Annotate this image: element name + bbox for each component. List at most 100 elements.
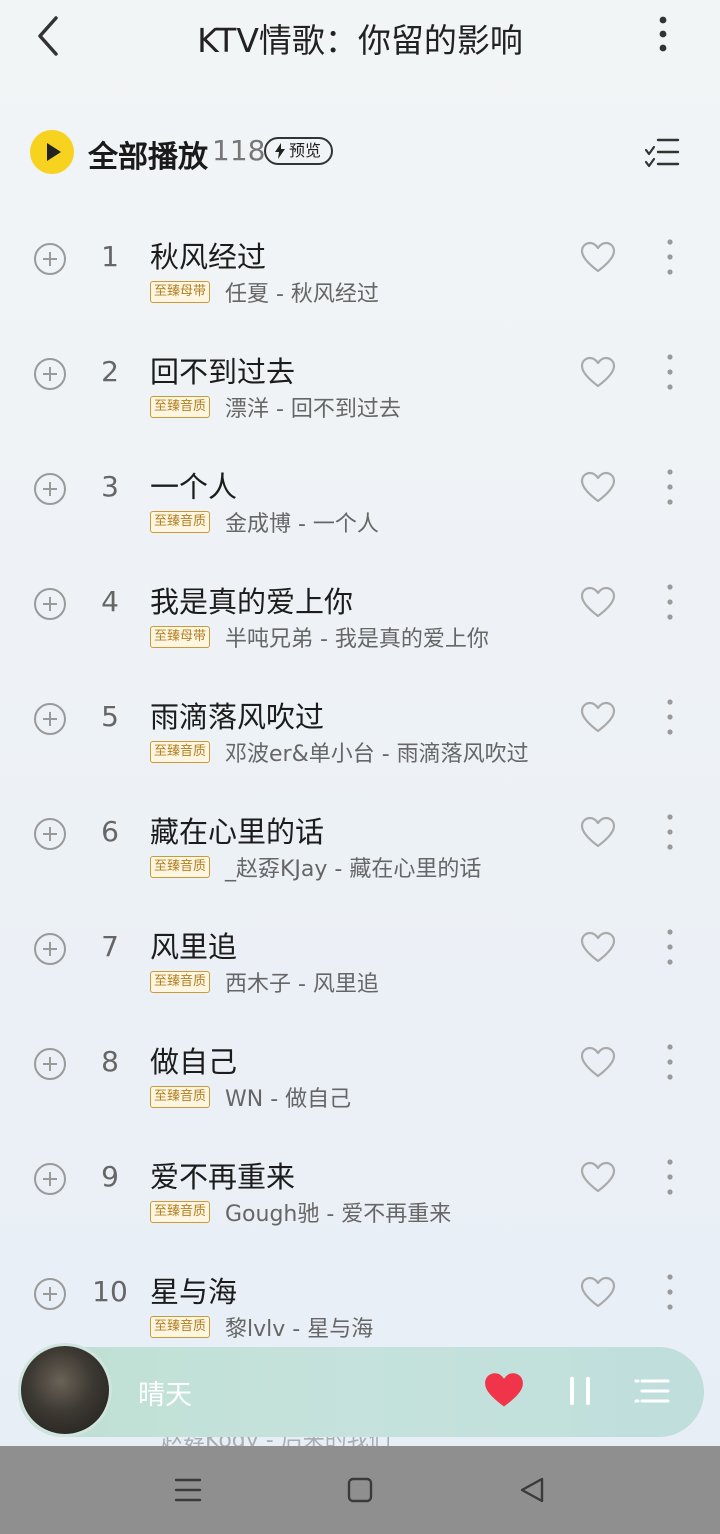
song-more-button[interactable]: [658, 351, 682, 395]
like-button[interactable]: [580, 470, 616, 506]
album-cover[interactable]: [18, 1343, 112, 1437]
song-more-button[interactable]: [658, 1041, 682, 1085]
song-artist: 邓波er&单小台 - 雨滴落风吹过: [225, 742, 529, 767]
like-button[interactable]: [580, 240, 616, 276]
song-index: 4: [101, 585, 119, 618]
nav-home-icon: [347, 1477, 373, 1503]
song-more-button[interactable]: [658, 1271, 682, 1315]
add-to-playlist-button[interactable]: [33, 1162, 67, 1196]
batch-manage-button[interactable]: [644, 132, 680, 172]
quality-badge: 至臻音质: [150, 1316, 211, 1338]
song-index: 3: [101, 470, 119, 503]
preview-label: 预览: [289, 141, 322, 160]
add-to-playlist-button[interactable]: [33, 702, 67, 736]
song-more-button[interactable]: [658, 926, 682, 970]
back-icon: [38, 16, 58, 56]
song-more-button[interactable]: [658, 696, 682, 740]
like-button[interactable]: [580, 585, 616, 621]
song-title: 星与海: [150, 1275, 238, 1309]
song-more-button[interactable]: [658, 466, 682, 510]
song-count: 118: [212, 134, 266, 167]
add-to-playlist-button[interactable]: [33, 242, 67, 276]
song-index: 2: [101, 355, 119, 388]
song-artist: 黎lvlv - 星与海: [225, 1317, 374, 1342]
heart-outline-icon: [580, 931, 616, 963]
song-index: 9: [101, 1160, 119, 1193]
play-all-label[interactable]: 全部播放: [88, 132, 208, 176]
add-to-playlist-button[interactable]: [33, 1047, 67, 1081]
like-button[interactable]: [580, 700, 616, 736]
song-title: 雨滴落风吹过: [150, 700, 325, 734]
song-index: 8: [101, 1045, 119, 1078]
heart-fill: [485, 1373, 523, 1407]
add-to-playlist-button[interactable]: [33, 472, 67, 506]
mini-player[interactable]: 晴天: [18, 1343, 704, 1437]
song-index: 1: [101, 240, 119, 273]
add-to-playlist-button[interactable]: [33, 357, 67, 391]
add-to-playlist-button[interactable]: [33, 587, 67, 621]
like-button[interactable]: [580, 815, 616, 851]
song-row[interactable]: 7 风里追 至臻音质 西木子 - 风里追: [0, 904, 720, 1019]
quality-badge: 至臻音质: [150, 856, 211, 878]
now-playing-title[interactable]: 晴天: [138, 1373, 192, 1412]
preview-button[interactable]: 预览: [264, 137, 334, 165]
more-vertical-icon: [667, 469, 673, 505]
heart-outline-icon: [580, 701, 616, 733]
add-to-playlist-button[interactable]: [33, 817, 67, 851]
nav-back-icon: [520, 1477, 544, 1503]
song-row[interactable]: 3 一个人 至臻音质 金成博 - 一个人: [0, 444, 720, 559]
list-manage-icon: [644, 138, 680, 168]
song-more-button[interactable]: [658, 581, 682, 625]
song-artist: WN - 做自己: [225, 1087, 352, 1112]
playlist-button[interactable]: [634, 1371, 674, 1411]
player-like-button[interactable]: [484, 1371, 524, 1411]
pause-button[interactable]: [564, 1371, 596, 1411]
heart-outline-icon: [580, 356, 616, 388]
playlist-icon: [634, 1379, 670, 1403]
plus-circle-icon: [34, 818, 66, 850]
back-button[interactable]: [28, 12, 68, 60]
more-vertical-icon: [667, 584, 673, 620]
song-more-button[interactable]: [658, 1156, 682, 1200]
more-options-button[interactable]: [648, 14, 678, 58]
like-button[interactable]: [580, 1045, 616, 1081]
song-row[interactable]: 2 回不到过去 至臻音质 漂洋 - 回不到过去: [0, 329, 720, 444]
top-bar: KTV情歌：你留的影响: [0, 0, 720, 80]
song-row[interactable]: 6 藏在心里的话 至臻音质 _赵孬KJay - 藏在心里的话: [0, 789, 720, 904]
song-title: 做自己: [150, 1045, 238, 1079]
more-vertical-icon: [667, 929, 673, 965]
add-to-playlist-button[interactable]: [33, 932, 67, 966]
like-button[interactable]: [580, 355, 616, 391]
song-row[interactable]: 4 我是真的爱上你 至臻母带 半吨兄弟 - 我是真的爱上你: [0, 559, 720, 674]
song-row[interactable]: 5 雨滴落风吹过 至臻音质 邓波er&单小台 - 雨滴落风吹过: [0, 674, 720, 789]
more-vertical-icon: [667, 1159, 673, 1195]
song-index: 5: [101, 700, 119, 733]
song-more-button[interactable]: [658, 811, 682, 855]
add-to-playlist-button[interactable]: [33, 1277, 67, 1311]
song-more-button[interactable]: [658, 236, 682, 280]
like-button[interactable]: [580, 1160, 616, 1196]
song-title: 藏在心里的话: [150, 815, 325, 849]
quality-badge: 至臻音质: [150, 1201, 211, 1223]
play-all-button[interactable]: [30, 130, 74, 174]
song-artist: 漂洋 - 回不到过去: [225, 397, 401, 422]
heart-outline-icon: [580, 1046, 616, 1078]
heart-outline-icon: [580, 1161, 616, 1193]
quality-badge: 至臻音质: [150, 741, 211, 763]
nav-home-button[interactable]: [342, 1472, 378, 1508]
song-row[interactable]: 8 做自己 至臻音质 WN - 做自己: [0, 1019, 720, 1134]
more-vertical-icon: [667, 354, 673, 390]
song-artist: 金成博 - 一个人: [225, 512, 379, 537]
plus-circle-icon: [34, 358, 66, 390]
like-button[interactable]: [580, 930, 616, 966]
song-row[interactable]: 9 爱不再重来 至臻音质 Gough驰 - 爱不再重来: [0, 1134, 720, 1249]
song-row[interactable]: 1 秋风经过 至臻母带 任夏 - 秋风经过: [0, 214, 720, 329]
song-artist: _赵孬KJay - 藏在心里的话: [225, 857, 482, 882]
song-index: 7: [101, 930, 119, 963]
nav-back-button[interactable]: [514, 1472, 550, 1508]
nav-menu-button[interactable]: [170, 1472, 206, 1508]
like-button[interactable]: [580, 1275, 616, 1311]
lightning-icon: [275, 143, 285, 159]
quality-badge: 至臻音质: [150, 396, 211, 418]
song-artist: 西木子 - 风里追: [225, 972, 379, 997]
